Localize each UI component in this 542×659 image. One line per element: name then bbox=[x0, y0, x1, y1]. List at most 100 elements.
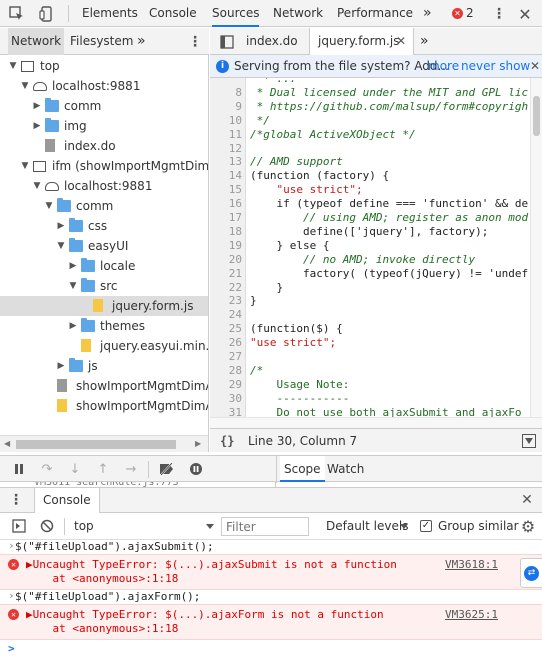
tab-network-navigator[interactable]: Network bbox=[8, 28, 65, 55]
code-line[interactable]: 21 factory( (typeof(jQuery) != 'undef bbox=[210, 267, 542, 281]
collapsed-arrow-icon[interactable]: ▶ bbox=[32, 116, 42, 136]
pause-icon[interactable] bbox=[10, 461, 28, 477]
expanded-arrow-icon[interactable]: ▼ bbox=[32, 176, 42, 196]
clear-console-icon[interactable] bbox=[38, 518, 56, 534]
error-message[interactable]: ▶Uncaught TypeError: $(...).ajaxSubmit i… bbox=[26, 558, 397, 572]
tree-item[interactable]: ▶ comm bbox=[0, 96, 208, 116]
code-line[interactable]: 27 bbox=[210, 350, 542, 364]
close-tab-icon[interactable]: ✕ bbox=[396, 28, 406, 55]
toggle-navigator-icon[interactable] bbox=[218, 33, 236, 51]
line-number[interactable]: 11 bbox=[210, 128, 242, 142]
code-line[interactable]: 18 define(['jquery'], factory); bbox=[210, 225, 542, 239]
navigator-horizontal-scrollbar[interactable]: ◀ ▶ bbox=[0, 435, 209, 452]
console-settings-icon[interactable]: ⚙ bbox=[519, 517, 537, 536]
tab-elements[interactable]: Elements bbox=[82, 0, 138, 27]
remote-control-icon[interactable]: ⇄ bbox=[524, 566, 539, 581]
code-line[interactable]: 13 // AMD support bbox=[210, 155, 542, 169]
code-line[interactable]: 26 "use strict"; bbox=[210, 336, 542, 350]
group-similar-checkbox[interactable]: ✓ bbox=[420, 520, 432, 532]
more-editor-tabs[interactable]: » bbox=[420, 28, 429, 55]
collapsed-arrow-icon[interactable]: ▶ bbox=[56, 356, 66, 376]
show-sidebar-icon[interactable] bbox=[10, 518, 28, 534]
code-editor[interactable]: * ... 8 * Dual licensed under the MIT and… bbox=[210, 78, 542, 417]
line-number[interactable]: 21 bbox=[210, 267, 242, 281]
tree-item[interactable]: ▶ locale bbox=[0, 256, 208, 276]
drawer-menu-icon[interactable]: ⋮ bbox=[8, 492, 24, 508]
line-number[interactable]: 13 bbox=[210, 155, 242, 169]
code-line[interactable]: 9 * https://github.com/malsup/form#copyr… bbox=[210, 100, 542, 114]
levels-dropdown-icon[interactable] bbox=[400, 524, 408, 529]
context-dropdown-icon[interactable] bbox=[206, 524, 214, 529]
line-number[interactable]: 14 bbox=[210, 169, 242, 183]
code-line[interactable]: 22 } bbox=[210, 281, 542, 295]
expanded-arrow-icon[interactable]: ▼ bbox=[8, 56, 18, 76]
log-levels-dropdown[interactable]: Default levels bbox=[326, 513, 408, 540]
line-number[interactable]: 29 bbox=[210, 378, 242, 392]
expanded-arrow-icon[interactable]: ▼ bbox=[68, 276, 78, 296]
editor-scroll-thumb[interactable] bbox=[533, 96, 540, 136]
line-number[interactable]: 15 bbox=[210, 183, 242, 197]
tab-filesystem[interactable]: Filesystem bbox=[70, 28, 133, 55]
step-out-icon[interactable]: ↑ bbox=[94, 461, 112, 477]
tab-performance[interactable]: Performance bbox=[337, 0, 413, 27]
line-number[interactable]: 20 bbox=[210, 253, 242, 267]
line-number[interactable]: 17 bbox=[210, 211, 242, 225]
error-source-link[interactable]: VM3618:1 bbox=[445, 558, 498, 572]
line-number[interactable]: 28 bbox=[210, 364, 242, 378]
code-line[interactable]: 8 * Dual licensed under the MIT and GPL … bbox=[210, 86, 542, 100]
collapsed-arrow-icon[interactable]: ▶ bbox=[68, 256, 78, 276]
expanded-arrow-icon[interactable]: ▼ bbox=[20, 156, 30, 176]
expanded-arrow-icon[interactable]: ▼ bbox=[20, 76, 30, 96]
tree-item[interactable]: ▼ comm bbox=[0, 196, 208, 216]
code-line[interactable]: 29 Usage Note: bbox=[210, 378, 542, 392]
step-into-icon[interactable]: ↓ bbox=[66, 461, 84, 477]
tab-scope[interactable]: Scope bbox=[280, 456, 325, 482]
error-count[interactable]: 2 bbox=[466, 0, 474, 27]
code-line[interactable]: 23} bbox=[210, 294, 542, 308]
info-more-link[interactable]: more bbox=[428, 55, 459, 77]
close-info-icon[interactable]: ✕ bbox=[530, 55, 540, 77]
expanded-arrow-icon[interactable]: ▼ bbox=[44, 196, 54, 216]
tree-item[interactable]: ▼ localhost:9881 bbox=[0, 76, 208, 96]
close-devtools-icon[interactable]: ✕ bbox=[516, 5, 534, 24]
error-message[interactable]: ▶Uncaught TypeError: $(...).ajaxForm is … bbox=[26, 608, 384, 622]
tree-item[interactable]: ▼ easyUI bbox=[0, 236, 208, 256]
error-source-link[interactable]: VM3625:1 bbox=[445, 608, 498, 622]
code-line[interactable]: 25 (function($) { bbox=[210, 322, 542, 336]
close-drawer-icon[interactable]: ✕ bbox=[518, 492, 536, 508]
line-number[interactable]: 19 bbox=[210, 239, 242, 253]
line-number[interactable]: 9 bbox=[210, 100, 242, 114]
error-icon[interactable]: ✕ bbox=[452, 8, 463, 19]
tree-item[interactable]: ▶ css bbox=[0, 216, 208, 236]
code-line[interactable]: 16 if (typeof define === 'function' && d… bbox=[210, 197, 542, 211]
tree-item[interactable]: ▼ src bbox=[0, 276, 208, 296]
tree-item[interactable]: ▶ img bbox=[0, 116, 208, 136]
tree-item[interactable]: showImportMgmtDimAtt bbox=[0, 396, 208, 416]
code-line[interactable]: 17 // using AMD; register as anon mod bbox=[210, 211, 542, 225]
code-line[interactable]: 30 ----------- bbox=[210, 392, 542, 406]
line-number[interactable]: 30 bbox=[210, 392, 242, 406]
console-filter-input[interactable] bbox=[221, 517, 309, 536]
expanded-arrow-icon[interactable]: ▼ bbox=[56, 236, 66, 256]
info-never-show-link[interactable]: never show bbox=[461, 55, 530, 77]
tree-item[interactable]: jquery.form.js bbox=[0, 296, 208, 316]
scroll-left-icon[interactable]: ◀ bbox=[4, 439, 10, 448]
scroll-right-icon[interactable]: ▶ bbox=[195, 439, 201, 448]
collapsed-arrow-icon[interactable]: ▶ bbox=[68, 316, 78, 336]
collapsed-arrow-icon[interactable]: ▶ bbox=[56, 216, 66, 236]
tab-console[interactable]: Console bbox=[149, 0, 197, 27]
tab-sources[interactable]: Sources bbox=[212, 0, 260, 27]
kebab-menu-icon[interactable]: ⋮ bbox=[492, 5, 506, 23]
line-number[interactable]: 8 bbox=[210, 86, 242, 100]
tree-item[interactable]: ▶ themes bbox=[0, 316, 208, 336]
code-line[interactable]: 12 bbox=[210, 142, 542, 156]
line-number[interactable]: 31 bbox=[210, 406, 242, 417]
tree-item[interactable]: ▼ localhost:9881 bbox=[0, 176, 208, 196]
line-number[interactable]: 27 bbox=[210, 350, 242, 364]
line-number[interactable]: 18 bbox=[210, 225, 242, 239]
editor-vertical-scrollbar[interactable] bbox=[530, 78, 542, 417]
tab-watch[interactable]: Watch bbox=[327, 456, 364, 482]
code-line[interactable]: 24 bbox=[210, 308, 542, 322]
code-line[interactable]: 31 Do not use both ajaxSubmit and ajaxFo bbox=[210, 406, 542, 417]
step-over-icon[interactable]: ↷ bbox=[38, 461, 56, 477]
